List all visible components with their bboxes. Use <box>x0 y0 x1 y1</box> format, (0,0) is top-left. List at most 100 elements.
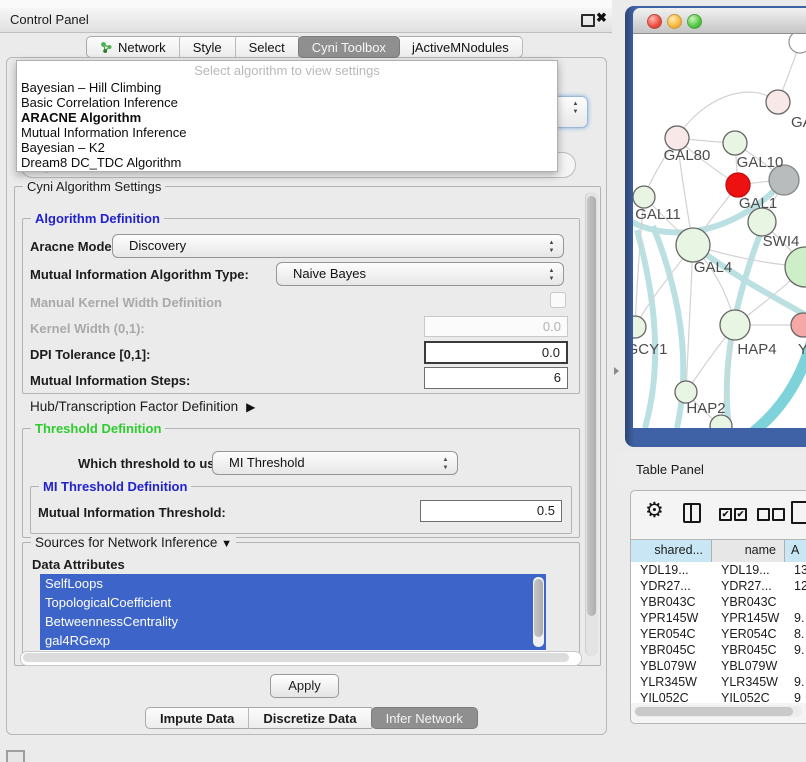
network-graph: GAL80 GAL10 GAL11 GAL1 SWI4 GAL4 GCY1 HA… <box>633 34 806 428</box>
tab-cyni-toolbox[interactable]: Cyni Toolbox <box>298 36 400 58</box>
checked-checkbox-icon[interactable]: ✔ <box>719 508 732 521</box>
cell: 13 <box>785 562 806 578</box>
mi-algorithm-type-combobox[interactable]: Naive Bayes ▲▼ <box>276 262 564 286</box>
node[interactable] <box>789 34 806 53</box>
menu-item-bayesian-k2[interactable]: Bayesian – K2 <box>17 140 557 155</box>
algorithm-dropdown-popup: Select algorithm to view settings Bayesi… <box>16 60 558 172</box>
node-gcy1[interactable] <box>633 316 646 338</box>
table-row[interactable]: YDL19... YDL19... 13 <box>631 562 806 578</box>
node-label-clipped: Y <box>798 341 806 358</box>
scrollbar-thumb[interactable] <box>635 707 793 716</box>
node-label: GAL11 <box>635 206 681 223</box>
aracne-mode-combobox[interactable]: Discovery ▲▼ <box>112 234 564 258</box>
cell <box>785 658 806 674</box>
node-salmon[interactable] <box>791 313 806 337</box>
zoom-traffic-light-icon[interactable] <box>687 14 702 29</box>
scrollbar-thumb[interactable] <box>534 579 543 637</box>
scrollbar-thumb[interactable] <box>23 653 569 662</box>
unchecked-checkbox-icon[interactable] <box>757 508 770 521</box>
table-row[interactable]: YLR345W YLR345W 9. <box>631 674 806 690</box>
column-header-clipped[interactable]: A <box>785 540 806 562</box>
tab-style[interactable]: Style <box>180 36 236 58</box>
control-panel-tabbar: Network Style Select Cyni Toolbox jActiv… <box>86 36 523 58</box>
expand-right-icon: ▶ <box>246 400 255 414</box>
group-legend: Cyni Algorithm Settings <box>23 179 165 194</box>
settings-vertical-scrollbar[interactable] <box>585 192 598 656</box>
tab-impute-data[interactable]: Impute Data <box>145 707 249 729</box>
mi-threshold-field[interactable]: 0.5 <box>420 500 562 522</box>
table-row[interactable]: YIL052C YIL052C 9 <box>631 690 806 703</box>
kernel-width-field[interactable]: 0.0 <box>424 316 568 337</box>
table-body[interactable]: YDL19... YDL19... 13 YDR27... YDR27... 1… <box>631 562 806 703</box>
apply-button[interactable]: Apply <box>270 674 339 698</box>
node-gal4[interactable] <box>676 228 710 262</box>
control-panel-titlebar <box>0 8 612 33</box>
cell: YBR045C <box>631 642 712 658</box>
table-row[interactable]: YDR27... YDR27... 12 <box>631 578 806 594</box>
menu-item-bayesian-hill-climbing[interactable]: Bayesian – Hill Climbing <box>17 80 557 95</box>
menu-item-basic-correlation[interactable]: Basic Correlation Inference <box>17 95 557 110</box>
table-row[interactable]: YPR145W YPR145W 9. <box>631 610 806 626</box>
document-icon[interactable] <box>791 501 806 524</box>
menu-item-aracne[interactable]: ARACNE Algorithm <box>17 110 557 125</box>
node-label: GAL80 <box>664 147 711 164</box>
unchecked-checkbox-icon[interactable] <box>772 508 785 521</box>
tab-discretize-data[interactable]: Discretize Data <box>249 707 371 729</box>
close-icon[interactable]: ✖ <box>596 10 607 26</box>
list-item-selected[interactable]: gal4RGexp <box>40 631 546 650</box>
menu-item-mutual-information[interactable]: Mutual Information Inference <box>17 125 557 140</box>
mi-threshold-label: Mutual Information Threshold: <box>38 505 226 520</box>
hub-definition-toggle[interactable]: Hub/Transcription Factor Definition▶ <box>30 399 255 414</box>
table-row[interactable]: YBR045C YBR045C 9. <box>631 642 806 658</box>
table-row[interactable]: YBR043C YBR043C <box>631 594 806 610</box>
node-labels: GAL80 GAL10 GAL11 GAL1 SWI4 GAL4 GCY1 HA… <box>633 114 806 417</box>
cell: YPR145W <box>631 610 712 626</box>
data-attributes-list[interactable]: SelfLoops TopologicalCoefficient Between… <box>40 574 546 652</box>
settings-horizontal-scrollbar[interactable] <box>20 651 582 666</box>
tab-network[interactable]: Network <box>86 36 180 58</box>
sources-toggle[interactable]: Sources for Network Inference ▼ <box>31 535 236 552</box>
node-gal10[interactable] <box>723 131 747 155</box>
split-columns-icon[interactable] <box>683 503 701 523</box>
cell: 12 <box>785 578 806 594</box>
network-canvas[interactable]: GAL80 GAL10 GAL11 GAL1 SWI4 GAL4 GCY1 HA… <box>633 34 806 428</box>
which-threshold-combobox[interactable]: MI Threshold ▲▼ <box>212 451 458 475</box>
tab-select[interactable]: Select <box>236 36 299 58</box>
dpi-tolerance-field[interactable]: 0.0 <box>424 341 568 364</box>
node-gal-partial[interactable] <box>766 90 790 114</box>
table-row[interactable]: YBL079W YBL079W <box>631 658 806 674</box>
node-large-green[interactable] <box>785 247 806 287</box>
float-window-icon[interactable] <box>581 14 595 27</box>
dropdown-hint: Select algorithm to view settings <box>17 61 557 80</box>
node-hap4[interactable] <box>720 310 750 340</box>
close-traffic-light-icon[interactable] <box>647 14 662 29</box>
list-item-selected[interactable]: TopologicalCoefficient <box>40 593 546 612</box>
gear-icon[interactable]: ⚙ <box>645 500 664 522</box>
list-item-selected[interactable]: SelfLoops <box>40 574 546 593</box>
node-swi4[interactable] <box>748 208 776 236</box>
minimize-traffic-light-icon[interactable] <box>667 14 682 29</box>
list-item-selected[interactable]: BetweennessCentrality <box>40 612 546 631</box>
table-horizontal-scrollbar[interactable] <box>634 706 802 717</box>
manual-kernel-width-checkbox[interactable] <box>550 292 566 308</box>
tab-jactivemnodules[interactable]: jActiveMNodules <box>399 36 523 58</box>
node-gal1-selected[interactable] <box>726 173 750 197</box>
splitter-collapse-icon[interactable] <box>614 367 619 375</box>
cell: YBR045C <box>712 642 785 658</box>
network-view-window: GAL80 GAL10 GAL11 GAL1 SWI4 GAL4 GCY1 HA… <box>625 6 806 447</box>
tab-infer-network[interactable]: Infer Network <box>371 707 478 729</box>
minimized-panel-icon[interactable] <box>6 750 25 762</box>
menu-item-dream8[interactable]: Dream8 DC_TDC Algorithm <box>17 155 557 170</box>
table-header-row: shared... name A <box>631 539 806 563</box>
scrollbar-thumb[interactable] <box>587 196 596 616</box>
node-gal11[interactable] <box>633 186 655 208</box>
column-header-shared-name[interactable]: shared... <box>631 540 712 562</box>
data-attributes-label: Data Attributes <box>32 557 125 572</box>
column-header-name[interactable]: name <box>712 540 785 562</box>
checked-checkbox-icon[interactable]: ✔ <box>734 508 747 521</box>
list-vertical-scrollbar[interactable] <box>533 577 544 647</box>
mi-steps-field[interactable]: 6 <box>424 367 568 389</box>
table-row[interactable]: YER054C YER054C 8. <box>631 626 806 642</box>
network-window-titlebar[interactable] <box>633 8 806 34</box>
combo-stepper-icon: ▲▼ <box>547 267 556 283</box>
